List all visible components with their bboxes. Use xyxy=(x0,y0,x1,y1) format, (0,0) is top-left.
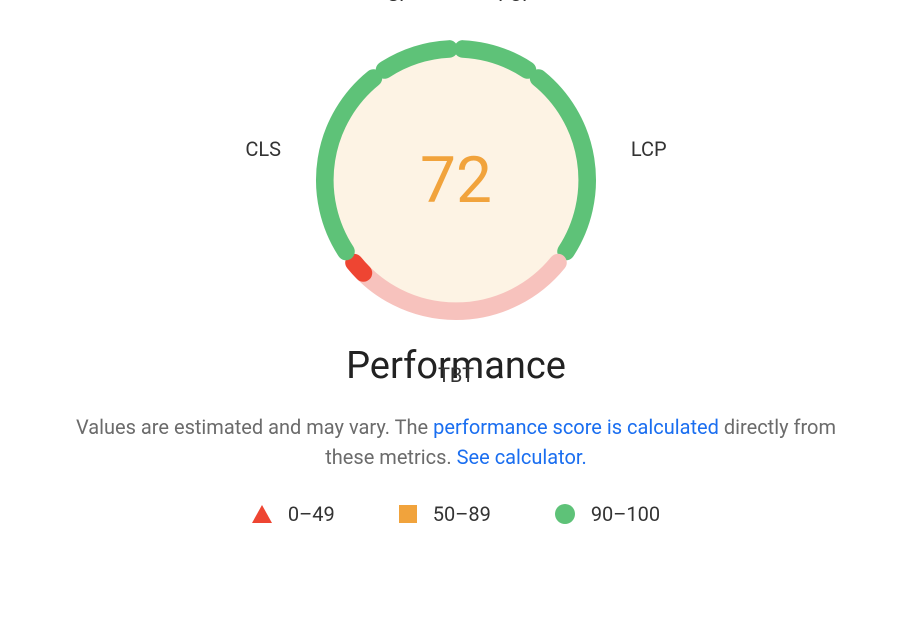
legend-good-label: 90–100 xyxy=(591,502,660,526)
see-calculator-link[interactable]: See calculator. xyxy=(457,445,587,469)
legend-bad-label: 0–49 xyxy=(288,502,335,526)
metric-label-cls: CLS xyxy=(245,137,281,161)
gauge-description: Values are estimated and may vary. The p… xyxy=(66,412,846,472)
metric-label-tbt: TBT xyxy=(438,363,474,387)
triangle-icon xyxy=(252,505,272,523)
metric-label-si: SI xyxy=(387,0,404,6)
metric-label-lcp: LCP xyxy=(631,137,667,161)
circle-icon xyxy=(555,504,575,524)
legend-bad: 0–49 xyxy=(252,502,335,526)
legend-good: 90–100 xyxy=(555,502,660,526)
desc-text-1: Values are estimated and may vary. The xyxy=(76,415,433,439)
legend-mid-label: 50–89 xyxy=(433,502,491,526)
square-icon xyxy=(399,505,417,523)
score-legend: 0–49 50–89 90–100 xyxy=(252,502,660,526)
performance-score: 72 xyxy=(296,20,616,340)
metric-label-fcp: FCP xyxy=(498,0,535,6)
performance-gauge: 72 SI FCP LCP TBT CLS xyxy=(296,20,616,340)
score-calc-link[interactable]: performance score is calculated xyxy=(433,415,719,439)
legend-mid: 50–89 xyxy=(399,502,491,526)
